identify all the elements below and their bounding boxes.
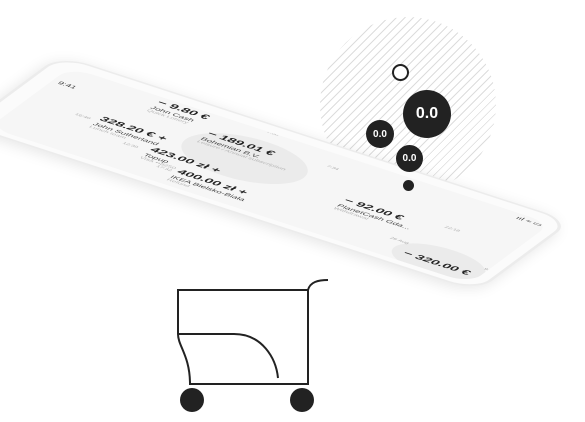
dot-decoration <box>403 180 414 191</box>
transaction-time: 16:40 <box>73 113 92 121</box>
status-signal-icons: ııl ≈ ▭ <box>514 215 545 228</box>
balance-bubble-large: 0.0 <box>403 90 451 138</box>
transaction-row[interactable]: − 92.00 € PlanetCash Gda... Withdrawal 2… <box>332 196 461 232</box>
transaction-time: 7:50 <box>265 130 280 137</box>
balance-bubble-medium: 0.0 <box>366 120 394 148</box>
transaction-row[interactable]: − 9.80 € John Cash Quick Lottery 7:50 <box>145 99 279 137</box>
ring-decoration <box>392 64 409 81</box>
transaction-time: 22:18 <box>442 225 461 233</box>
status-time: 9:41 <box>56 80 79 90</box>
transaction-time: 9:13 <box>482 267 497 274</box>
illustration: 9:41 ııl ≈ ▭ − 9.80 € John Cash Quick Lo… <box>0 0 585 422</box>
transaction-time: 7:34 <box>325 164 340 171</box>
balance-bubble-small: 0.0 <box>396 145 423 172</box>
shopping-cart-icon <box>177 279 329 412</box>
